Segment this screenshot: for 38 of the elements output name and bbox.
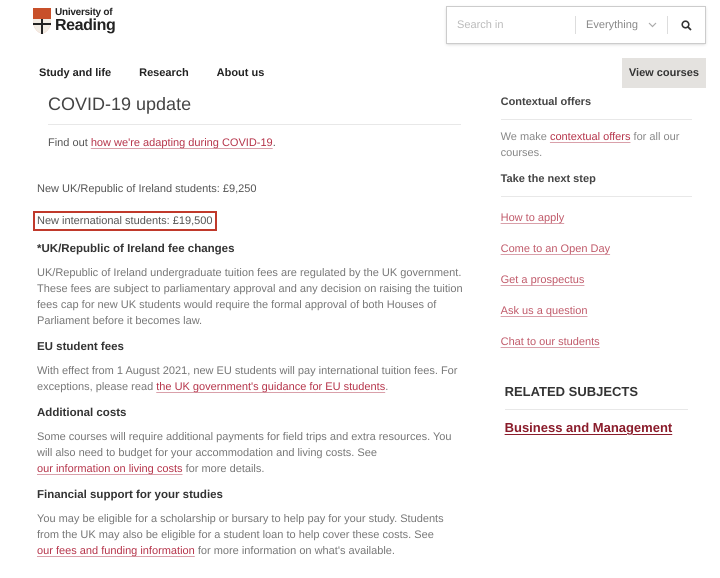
page-title: COVID-19 update	[48, 96, 461, 125]
search-field[interactable]: Search in	[447, 16, 575, 34]
section-text: You may be eligible for a scholarship or bursary to help pay for your study. Students from the UK may also be eligible for a student loan to help cover these costs. See our fees and funding information for more information on what's available.	[37, 512, 445, 559]
nav-link[interactable]: Study and life	[39, 64, 112, 82]
section-heading: Financial support for your studies	[37, 488, 224, 503]
nav-link[interactable]: About us	[216, 64, 264, 82]
search-icon	[680, 20, 692, 30]
sidebar-link[interactable]: How to apply	[500, 210, 564, 226]
scope-dropdown[interactable]: Everything	[576, 16, 667, 34]
section-text: With effect from 1 August 2021, new EU students will pay international tuition fees. For exceptions, please read the UK government's guidance for EU students.	[37, 364, 458, 395]
sidebar-link[interactable]: Get a prospectus	[500, 272, 584, 288]
sidebar-link[interactable]: Ask us a question	[500, 303, 588, 319]
logo-text: University of	[55, 8, 113, 18]
text-link[interactable]: our information on living costs	[37, 463, 183, 475]
view-courses-button[interactable]: View courses	[622, 58, 706, 88]
crest-icon	[33, 8, 51, 34]
text-link[interactable]: how we're adapting during COVID-19	[90, 137, 273, 149]
sidebar-text: We make contextual offers for all our courses.	[500, 130, 680, 161]
text-link[interactable]: the UK government's guidance for EU students	[156, 381, 386, 393]
section-heading: *UK/Republic of Ireland fee changes	[37, 242, 236, 257]
text-link[interactable]: contextual offers	[550, 131, 630, 143]
sidebar-heading: Contextual offers	[500, 94, 692, 120]
fee-text: New UK/Republic of Ireland students: £9,250	[37, 182, 257, 197]
text-link[interactable]: our fees and funding information	[37, 545, 195, 557]
fee-text: New international students: £19,500	[33, 211, 217, 231]
notice-text: Find out how we're adapting during COVID-19.	[48, 136, 277, 151]
section-heading: EU student fees	[37, 340, 125, 355]
sidebar-link[interactable]: Come to an Open Day	[500, 241, 610, 257]
sidebar-heading: Take the next step	[500, 171, 692, 197]
nav-link[interactable]: Research	[139, 64, 189, 82]
section-text: UK/Republic of Ireland undergraduate tuition fees are regulated by the UK government. These fees are subject to parliamentary approval and any decision on raising the tuition fees cap for new UK students would require the formal approval of both Houses of Parliament before it becomes law.	[37, 266, 464, 329]
section-text: Some courses will require additional payments for field trips and extra resources. You will also need to budget for your accommodation and living costs. See our information on living costs for more details.	[37, 430, 453, 477]
related-heading: RELATED SUBJECTS	[504, 384, 688, 410]
chevron-down-icon	[648, 22, 657, 28]
section-heading: Additional costs	[37, 406, 128, 421]
logo-text: Reading	[55, 18, 116, 34]
sidebar-link[interactable]: Chat to our students	[500, 334, 600, 350]
subject-link[interactable]: Business and Management	[504, 420, 672, 436]
